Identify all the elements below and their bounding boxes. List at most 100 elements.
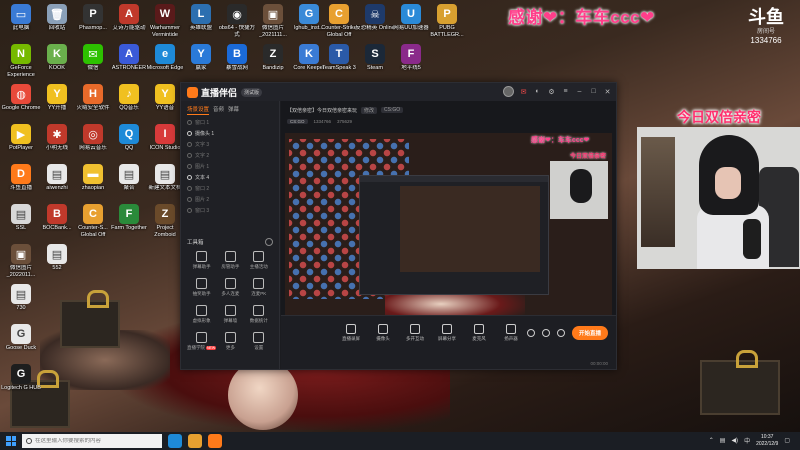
- toolbox-item[interactable]: 抽奖助手: [187, 278, 216, 297]
- layer-item[interactable]: 图片 1: [185, 161, 275, 172]
- skin-icon[interactable]: ◐: [533, 88, 542, 95]
- desktop-icon[interactable]: ▤ aiwenzhi: [38, 164, 76, 192]
- toolbox-item[interactable]: 弹幕墙: [216, 305, 244, 324]
- visibility-eye-icon[interactable]: [187, 208, 192, 213]
- desktop-icon[interactable]: Y YY开播: [38, 84, 76, 112]
- desktop-icon[interactable]: W Warhammer Vermintide: [146, 4, 184, 39]
- desktop-icon[interactable]: Z Bandizip: [254, 44, 292, 72]
- layer-item[interactable]: 文字 3: [185, 139, 275, 150]
- desktop-icon[interactable]: ◎ 网易云音乐: [74, 124, 112, 152]
- desktop-icon[interactable]: G Goose Duck: [2, 324, 40, 352]
- toolbox-item[interactable]: 连麦PK: [245, 278, 273, 297]
- desktop-icon[interactable]: C Counter-Strike Global Off: [320, 4, 358, 39]
- desktop-icon[interactable]: B 暴雪战网: [218, 44, 256, 72]
- desktop-icon[interactable]: ▤ 552: [38, 244, 76, 272]
- layer-item[interactable]: 窗口 2: [185, 183, 275, 194]
- layer-item[interactable]: 摄像头 1: [185, 128, 275, 139]
- minimize-icon[interactable]: –: [575, 88, 584, 95]
- visibility-eye-icon[interactable]: [187, 120, 192, 125]
- toolbox-item[interactable]: 多人连麦: [216, 278, 244, 297]
- toolbox-item[interactable]: 直播学院 NEW: [187, 332, 217, 351]
- tab-danmaku[interactable]: 弹幕: [228, 105, 239, 115]
- desktop-icon[interactable]: A ASTRONEER: [110, 44, 148, 72]
- source-button[interactable]: 屏幕分享: [437, 324, 457, 342]
- desktop-icon[interactable]: H 火绒安全软件: [74, 84, 112, 112]
- notification-icon[interactable]: ✉: [519, 88, 528, 96]
- tray-chevron-icon[interactable]: ⌃: [709, 437, 714, 444]
- desktop-icon[interactable]: ▤ SSL: [2, 204, 40, 232]
- desktop-icon[interactable]: P Phasmop...: [74, 4, 112, 32]
- source-button[interactable]: 麦克风: [469, 324, 489, 342]
- settings-icon[interactable]: ⚙: [547, 88, 556, 96]
- toolbox-settings-icon[interactable]: [265, 238, 273, 246]
- desktop-icon[interactable]: T TeamSpeak 3: [320, 44, 358, 72]
- toolbox-item[interactable]: 设置: [245, 332, 273, 351]
- streaming-app-taskbar-icon[interactable]: [208, 434, 222, 448]
- visibility-eye-icon[interactable]: [187, 131, 192, 136]
- stream-preview[interactable]: 感谢❤：车车ccc❤ 今日双倍亲密: [285, 133, 612, 325]
- source-button[interactable]: 扬声器: [501, 324, 521, 342]
- edge-taskbar-icon[interactable]: [168, 434, 182, 448]
- input-language[interactable]: 中: [744, 436, 750, 445]
- desktop-icon[interactable]: Z Project Zomboid: [146, 204, 184, 239]
- desktop-icon[interactable]: I ICON Studio: [146, 124, 184, 152]
- close-icon[interactable]: ✕: [603, 88, 612, 96]
- game-tag[interactable]: CS:GO: [287, 118, 308, 124]
- desktop-icon[interactable]: U 网易UU加速器: [392, 4, 430, 32]
- desktop-icon[interactable]: Y YY语音: [146, 84, 184, 112]
- desktop-icon[interactable]: Q QQ: [110, 124, 148, 152]
- visibility-eye-icon[interactable]: [187, 164, 192, 169]
- preview-eye-icon[interactable]: [541, 329, 550, 337]
- menu-icon[interactable]: ≡: [561, 88, 570, 95]
- desktop-icon[interactable]: A 艾诗万能驱动: [110, 4, 148, 32]
- visibility-eye-icon[interactable]: [187, 175, 192, 180]
- desktop-icon[interactable]: ✱ 小明无线: [38, 124, 76, 152]
- network-icon[interactable]: ▤: [720, 437, 726, 444]
- visibility-eye-icon[interactable]: [187, 142, 192, 147]
- desktop-icon[interactable]: Y 赢家: [182, 44, 220, 72]
- desktop-icon[interactable]: L 英雄联盟: [182, 4, 220, 32]
- desktop-icon[interactable]: ▶ PotPlayer: [2, 124, 40, 152]
- search-input[interactable]: [35, 438, 155, 444]
- visibility-eye-icon[interactable]: [187, 197, 192, 202]
- desktop-icon[interactable]: G Logitech G HUB: [1, 364, 41, 392]
- category-select[interactable]: CS:GO: [381, 107, 404, 113]
- start-button[interactable]: [0, 432, 22, 450]
- desktop-icon[interactable]: ▬ zhaopian: [74, 164, 112, 192]
- record-icon[interactable]: [526, 329, 535, 337]
- desktop-icon[interactable]: B BOCBank...: [38, 204, 76, 232]
- desktop-icon[interactable]: ▣ 微信图片_2021111...: [254, 4, 292, 39]
- source-button[interactable]: 多开互动: [405, 324, 425, 342]
- toolbox-item[interactable]: 虚拟形象: [187, 305, 216, 324]
- desktop-icon[interactable]: ◍ Google Chrome: [2, 84, 40, 112]
- layer-item[interactable]: 窗口 1: [185, 117, 275, 128]
- desktop-icon[interactable]: ▭ 此电脑: [2, 4, 40, 32]
- file-explorer-taskbar-icon[interactable]: [188, 434, 202, 448]
- tab-scene[interactable]: 场景设置: [187, 105, 210, 115]
- desktop-icon[interactable]: ◉ obs64 - 快捷方式: [218, 4, 256, 39]
- desktop-icon[interactable]: D 斗鱼直播: [2, 164, 40, 192]
- toolbox-item[interactable]: 更多: [216, 332, 244, 351]
- notifications-icon[interactable]: ▢: [784, 437, 790, 444]
- desktop-icon[interactable]: K KOOK: [38, 44, 76, 72]
- tab-audio[interactable]: 音频: [213, 105, 224, 115]
- source-button[interactable]: 直播录屏: [341, 324, 361, 342]
- settings-icon[interactable]: [556, 329, 565, 337]
- desktop-icon[interactable]: e Microsoft Edge: [146, 44, 184, 72]
- desktop-icon[interactable]: ▤新建文本文档: [146, 164, 184, 192]
- start-stream-button[interactable]: 开始直播: [571, 326, 608, 340]
- visibility-eye-icon[interactable]: [187, 153, 192, 158]
- visibility-eye-icon[interactable]: [187, 186, 192, 191]
- toolbox-item[interactable]: 房管助手: [216, 251, 244, 270]
- source-button[interactable]: 摄像头: [373, 324, 393, 342]
- desktop-icon[interactable]: N GeForce Experience: [2, 44, 40, 79]
- app-titlebar[interactable]: 直播伴侣 测试版 ✉ ◐ ⚙ ≡ – □ ✕: [181, 83, 616, 101]
- desktop-icon[interactable]: ▤ 聚合: [110, 164, 148, 192]
- desktop-icon[interactable]: ☠ 反恐精英 Online: [355, 4, 395, 32]
- edit-title-button[interactable]: 修改: [361, 106, 378, 114]
- desktop-icon[interactable]: F 地平线5: [392, 44, 430, 72]
- desktop-icon[interactable]: S Steam: [356, 44, 394, 72]
- taskbar-search[interactable]: [22, 434, 162, 448]
- desktop-icon[interactable]: ♪ QQ音乐: [110, 84, 148, 112]
- toolbox-item[interactable]: 主播活动: [245, 251, 273, 270]
